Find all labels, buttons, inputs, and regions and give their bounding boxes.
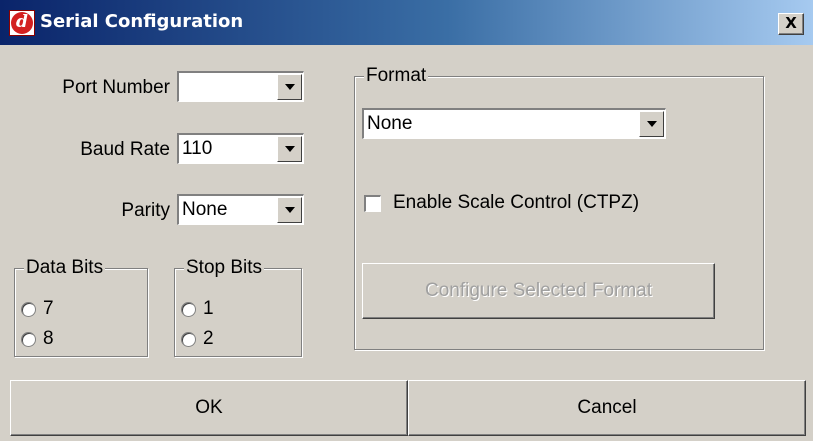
baud-rate-select[interactable]: 110 <box>177 133 304 164</box>
chevron-down-icon[interactable] <box>277 197 302 223</box>
scale-control-label[interactable]: Enable Scale Control (CTPZ) <box>393 192 639 214</box>
data-bits-option-7[interactable]: 7 <box>43 298 54 320</box>
parity-select[interactable]: None <box>177 194 304 225</box>
close-button[interactable]: X <box>778 13 804 35</box>
configure-selected-format-button[interactable]: Configure Selected Format <box>362 263 715 319</box>
ok-button[interactable]: OK <box>10 380 408 436</box>
parity-value: None <box>182 199 228 220</box>
parity-label: Parity <box>121 200 170 221</box>
baud-rate-label: Baud Rate <box>80 139 170 160</box>
stop-bits-legend: Stop Bits <box>184 257 265 279</box>
cancel-button[interactable]: Cancel <box>408 380 806 436</box>
data-bits-legend: Data Bits <box>24 257 106 279</box>
port-number-select[interactable] <box>177 71 304 102</box>
scale-control-checkbox[interactable] <box>364 195 381 212</box>
data-bits-radio-7[interactable] <box>21 302 36 317</box>
format-select[interactable]: None <box>362 108 666 139</box>
close-icon: X <box>785 14 797 32</box>
title-bar[interactable]: d Serial Configuration X <box>0 0 813 45</box>
data-bits-option-8[interactable]: 8 <box>43 328 54 350</box>
app-logo-icon: d <box>9 10 35 36</box>
app-logo-glyph: d <box>11 12 33 34</box>
stop-bits-option-2[interactable]: 2 <box>203 328 214 350</box>
port-number-label: Port Number <box>62 77 170 98</box>
stop-bits-radio-1[interactable] <box>181 302 196 317</box>
chevron-down-icon[interactable] <box>277 136 302 162</box>
stop-bits-option-1[interactable]: 1 <box>203 298 214 320</box>
stop-bits-radio-2[interactable] <box>181 332 196 347</box>
serial-configuration-dialog: d Serial Configuration X Port Number Bau… <box>0 0 813 441</box>
baud-rate-value: 110 <box>182 138 213 159</box>
chevron-down-icon[interactable] <box>277 74 302 100</box>
chevron-down-icon[interactable] <box>639 111 664 137</box>
format-value: None <box>367 113 413 134</box>
window-title: Serial Configuration <box>40 11 244 32</box>
data-bits-radio-8[interactable] <box>21 332 36 347</box>
format-legend: Format <box>364 65 429 87</box>
